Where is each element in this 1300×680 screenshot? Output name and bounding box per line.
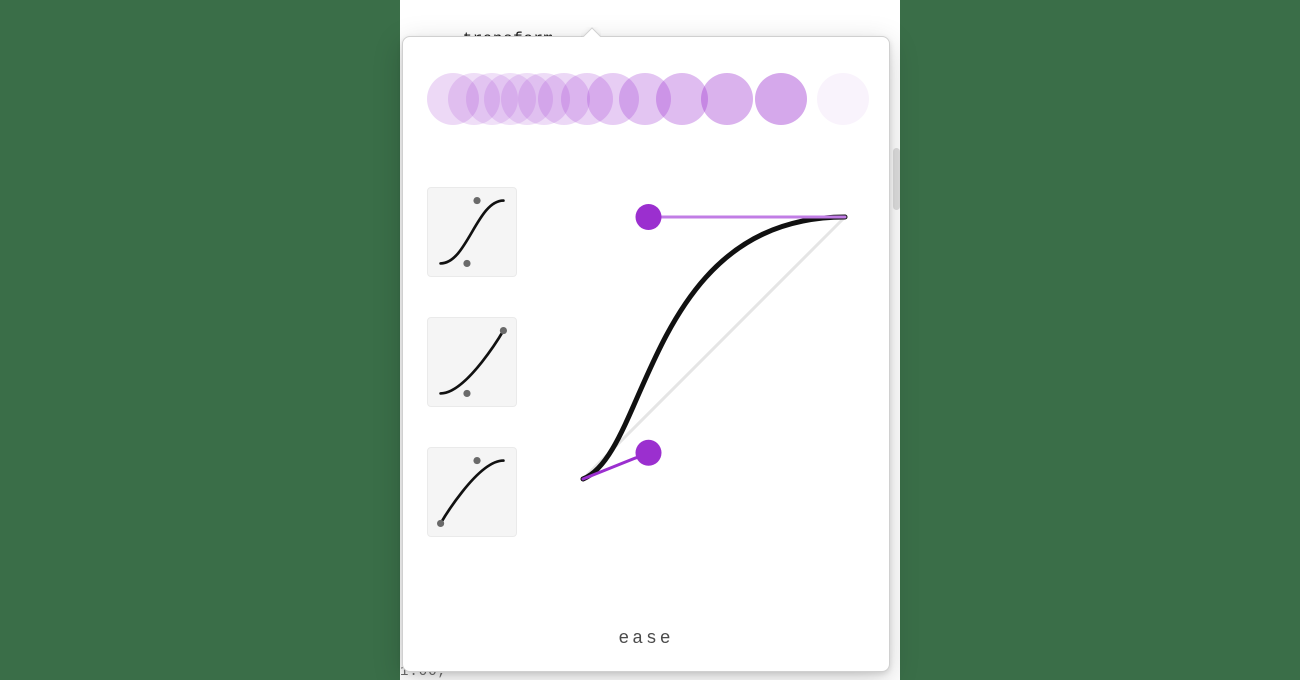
timing-preview-dot [817, 73, 869, 125]
timing-preview-dot [701, 73, 753, 125]
bezier-handle-p2[interactable] [636, 204, 662, 230]
bezier-preset-list [427, 187, 527, 577]
bezier-preset-ease-in[interactable] [427, 317, 517, 407]
bezier-handle-p1[interactable] [636, 440, 662, 466]
bezier-preset-ease-in-out[interactable] [427, 187, 517, 277]
popover-arrow [581, 27, 601, 37]
timing-preview-dot [755, 73, 807, 125]
viewport: transform 350ms ease; 1.00, [0, 0, 1300, 680]
bezier-editor-popover: ease [402, 36, 890, 672]
bezier-curve-name: ease [403, 629, 889, 649]
page-scrollbar-thumb[interactable] [893, 148, 900, 210]
page-column: transform 350ms ease; 1.00, [400, 0, 900, 680]
timing-preview [427, 63, 867, 141]
bezier-editor-canvas[interactable] [583, 217, 845, 479]
bezier-preset-ease-out[interactable] [427, 447, 517, 537]
